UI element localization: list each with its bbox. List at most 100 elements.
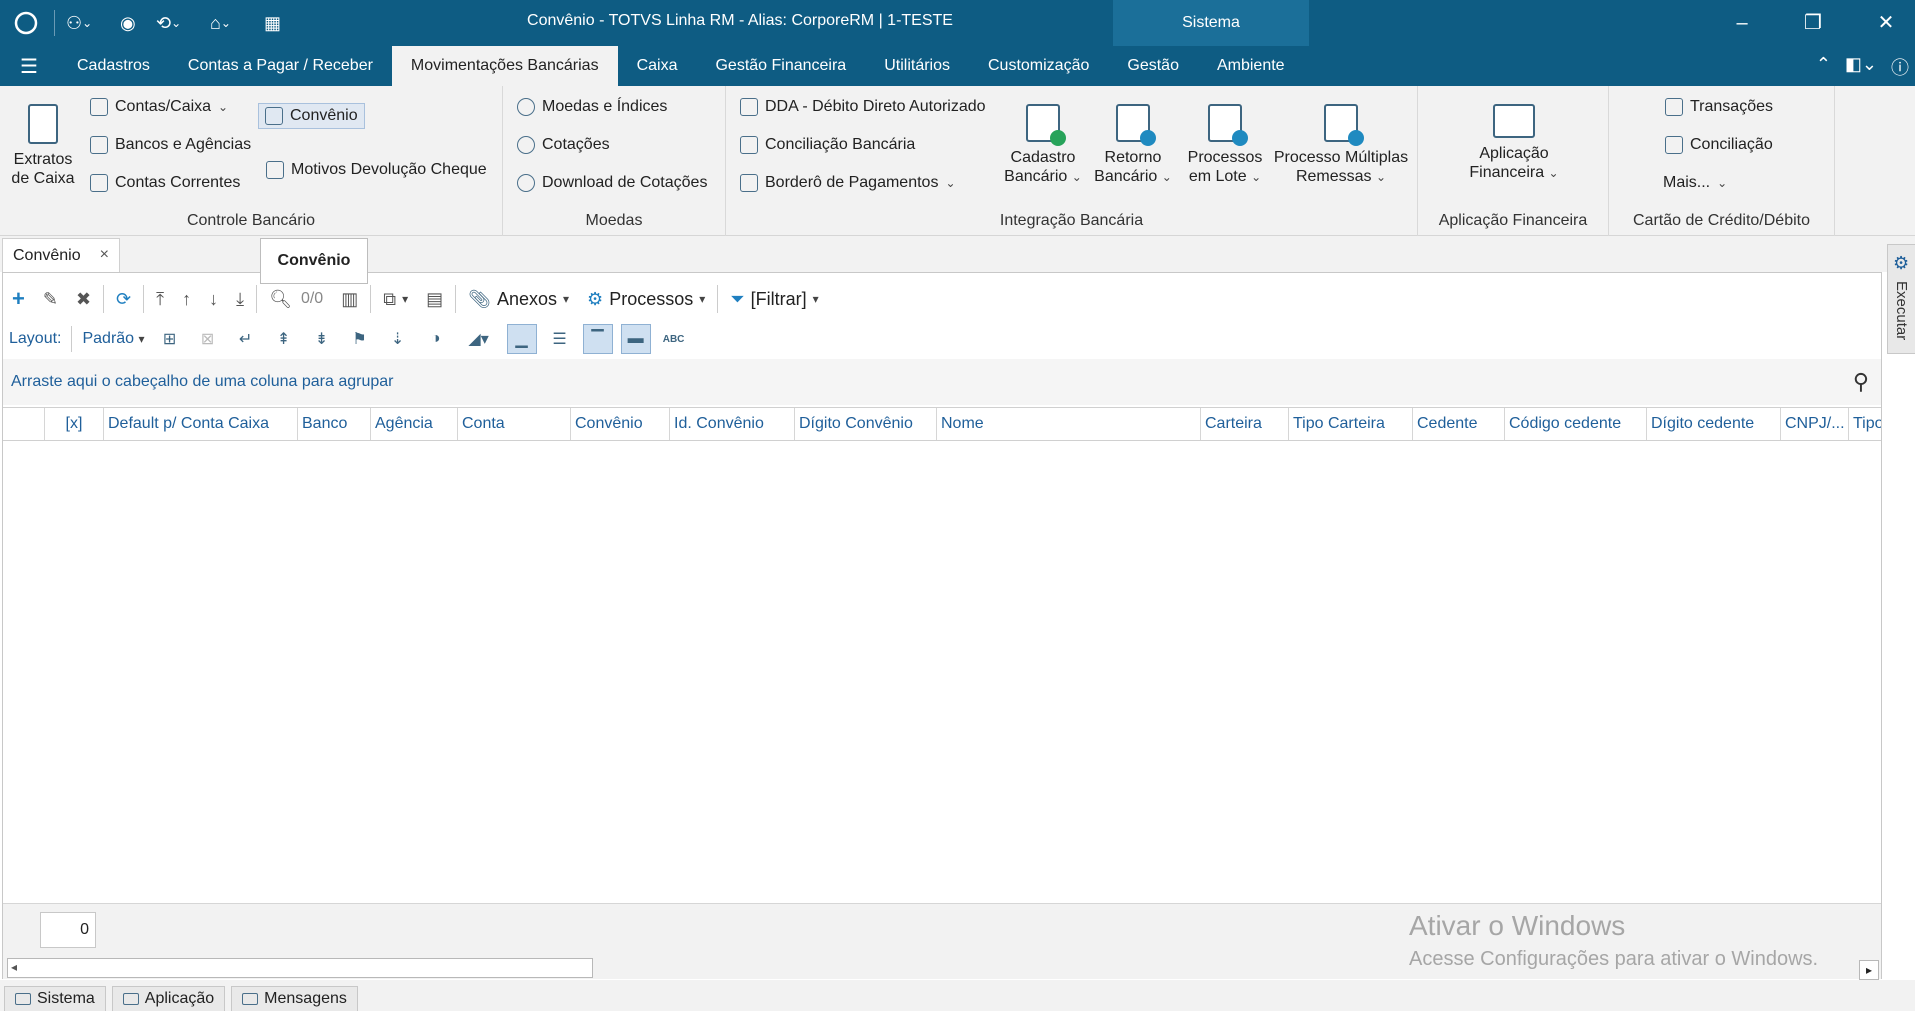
view-icon[interactable]: ◉ (120, 10, 136, 36)
pin-icon[interactable]: ⇣ (383, 324, 413, 354)
edit-icon[interactable]: ✎ (34, 289, 67, 310)
next-record-icon[interactable]: ↓ (200, 289, 227, 310)
align-bottom-icon[interactable]: ⇟ (307, 324, 337, 354)
horizontal-scrollbar[interactable]: ◂ (7, 958, 593, 978)
help-icon[interactable]: ⓘ (1891, 54, 1909, 80)
menu-contas-pagar-receber[interactable]: Contas a Pagar / Receber (169, 46, 392, 86)
show-header-icon[interactable]: ▔ (582, 324, 613, 354)
close-tab-icon[interactable]: × (100, 246, 109, 264)
status-tab-aplicacao[interactable]: Aplicação (111, 986, 226, 1011)
columns-icon[interactable]: ▥ (332, 289, 367, 310)
main-menu-icon[interactable]: ☰ (0, 46, 58, 86)
first-record-icon[interactable]: ⤒ (147, 289, 173, 310)
filtrar-button[interactable]: ⏷ [Filtrar] ▾ (721, 289, 827, 310)
panel-layout-icon[interactable]: ◧⌄ (1845, 54, 1877, 80)
close-icon[interactable]: ✕ (1866, 8, 1906, 38)
menu-gestao-financeira[interactable]: Gestão Financeira (696, 46, 865, 86)
group-by-area[interactable]: Arraste aqui o cabeçalho de uma coluna p… (3, 359, 1881, 405)
column-header-tipo-carteira[interactable]: Tipo Carteira (1289, 408, 1413, 440)
home-dropdown-icon[interactable]: ⌂ ⌄ (210, 10, 231, 36)
last-record-icon[interactable]: ⤓ (227, 289, 253, 310)
show-filter-row-icon[interactable]: ▬ (620, 324, 651, 354)
column-header-agencia[interactable]: Agência (371, 408, 458, 440)
column-header-conta[interactable]: Conta (458, 408, 571, 440)
previous-record-icon[interactable]: ↑ (173, 289, 200, 310)
app-logo-icon[interactable] (14, 10, 38, 36)
delete-icon[interactable]: ✖ (67, 289, 100, 310)
layout-select[interactable]: Padrão ▾ (76, 330, 150, 348)
dda-button[interactable]: DDA - Débito Direto Autorizado (740, 98, 986, 116)
users-dropdown-icon[interactable]: ⚇ ⌄ (66, 10, 92, 36)
conciliacao-bancaria-button[interactable]: Conciliação Bancária (740, 136, 915, 154)
column-header-carteira[interactable]: Carteira (1201, 408, 1289, 440)
menu-utilitarios[interactable]: Utilitários (865, 46, 969, 86)
anexos-button[interactable]: 📎︎ Anexos ▾ (459, 289, 578, 310)
scroll-right-icon[interactable]: ▸ (1859, 960, 1879, 980)
column-header-codigo-cedente[interactable]: Código cedente (1505, 408, 1647, 440)
menu-ambiente[interactable]: Ambiente (1198, 46, 1304, 86)
column-header-nome[interactable]: Nome (937, 408, 1201, 440)
sistema-tab[interactable]: Sistema (1113, 0, 1309, 46)
motivos-devolucao-button[interactable]: Motivos Devolução Cheque (266, 161, 487, 179)
menu-caixa[interactable]: Caixa (618, 46, 697, 86)
chart-dropdown-icon[interactable]: ◢▾ (459, 324, 499, 354)
search-icon[interactable]: 🔍︎ (260, 289, 301, 310)
align-top-icon[interactable]: ⇞ (269, 324, 299, 354)
retorno-bancario-button[interactable]: Retorno Bancário ⌄ (1090, 104, 1176, 187)
menu-customizacao[interactable]: Customização (969, 46, 1108, 86)
collapse-all-icon[interactable]: ⊠ (193, 324, 223, 354)
refresh-icon[interactable]: ⟳ (107, 289, 140, 310)
paint-format-icon[interactable]: ⚑ (345, 324, 375, 354)
menu-cadastros[interactable]: Cadastros (58, 46, 169, 86)
grid-search-icon[interactable]: ⚲ (1853, 369, 1869, 395)
mais-button[interactable]: Mais... ⌄ (1663, 174, 1727, 192)
column-header-select[interactable]: [x] (45, 408, 104, 440)
executar-side-panel[interactable]: ⚙ Executar (1887, 244, 1915, 354)
color-icon[interactable]: ◑ (421, 324, 451, 354)
column-header-banco[interactable]: Banco (298, 408, 371, 440)
column-header-convenio[interactable]: Convênio (571, 408, 670, 440)
convenio-button[interactable]: Convênio (258, 103, 365, 129)
export-dropdown-icon[interactable]: ⧉ ▾ (374, 289, 417, 310)
aplicacao-financeira-button[interactable]: Aplicação Financeira ⌄ (1458, 104, 1570, 183)
minimize-icon[interactable]: – (1722, 8, 1762, 38)
download-cotacoes-button[interactable]: Download de Cotações (517, 174, 707, 192)
processos-button[interactable]: ⚙ Processos ▾ (578, 289, 714, 310)
column-header-id-convenio[interactable]: Id. Convênio (670, 408, 795, 440)
menu-movimentacoes-bancarias[interactable]: Movimentações Bancárias (391, 46, 618, 86)
grid-body[interactable] (3, 441, 1881, 903)
menu-gestao[interactable]: Gestão (1108, 46, 1198, 86)
report-icon[interactable]: ▤ (417, 289, 452, 310)
expand-all-icon[interactable]: ⊞ (155, 324, 185, 354)
refresh-dropdown-icon[interactable]: ⟲ ⌄ (156, 10, 181, 36)
text-format-icon[interactable]: ABC (659, 324, 689, 354)
column-header-cnpj[interactable]: CNPJ/... (1781, 408, 1849, 440)
status-tab-mensagens[interactable]: Mensagens (231, 986, 358, 1011)
contas-correntes-button[interactable]: Contas Correntes (90, 174, 240, 192)
tab-convenio[interactable]: Convênio × (2, 238, 120, 272)
status-tab-sistema[interactable]: Sistema (4, 986, 106, 1011)
moedas-indices-button[interactable]: Moedas e Índices (517, 98, 667, 116)
transacoes-button[interactable]: Transações (1665, 98, 1773, 116)
bancos-agencias-button[interactable]: Bancos e Agências (90, 136, 251, 154)
contas-caixa-button[interactable]: Contas/Caixa ⌄ (90, 98, 228, 116)
processo-multiplas-remessas-button[interactable]: Processo Múltiplas Remessas ⌄ (1270, 104, 1412, 187)
cartao-conciliacao-button[interactable]: Conciliação (1665, 136, 1773, 154)
layout-icon[interactable]: ▦ (264, 10, 281, 36)
bordero-pagamentos-button[interactable]: Borderô de Pagamentos ⌄ (740, 174, 956, 192)
collapse-ribbon-icon[interactable]: ⌃ (1816, 54, 1831, 80)
restore-icon[interactable]: ❐ (1793, 8, 1833, 38)
column-header-digito-convenio[interactable]: Dígito Convênio (795, 408, 937, 440)
scroll-left-icon[interactable]: ◂ (11, 960, 17, 974)
cotacoes-button[interactable]: Cotações (517, 136, 610, 154)
wrap-icon[interactable]: ↵ (231, 324, 261, 354)
column-header-tipo[interactable]: Tipo (1849, 408, 1881, 440)
column-header-cedente[interactable]: Cedente (1413, 408, 1505, 440)
add-icon[interactable]: + (3, 286, 34, 312)
show-footer-icon[interactable]: ▁ (506, 324, 537, 354)
column-header-default-conta-caixa[interactable]: Default p/ Conta Caixa (104, 408, 298, 440)
extratos-caixa-button[interactable]: Extratos de Caixa (6, 104, 80, 188)
processos-lote-button[interactable]: Processos em Lote ⌄ (1184, 104, 1266, 187)
show-groupby-icon[interactable]: ☰ (545, 324, 575, 354)
column-header-digito-cedente[interactable]: Dígito cedente (1647, 408, 1781, 440)
